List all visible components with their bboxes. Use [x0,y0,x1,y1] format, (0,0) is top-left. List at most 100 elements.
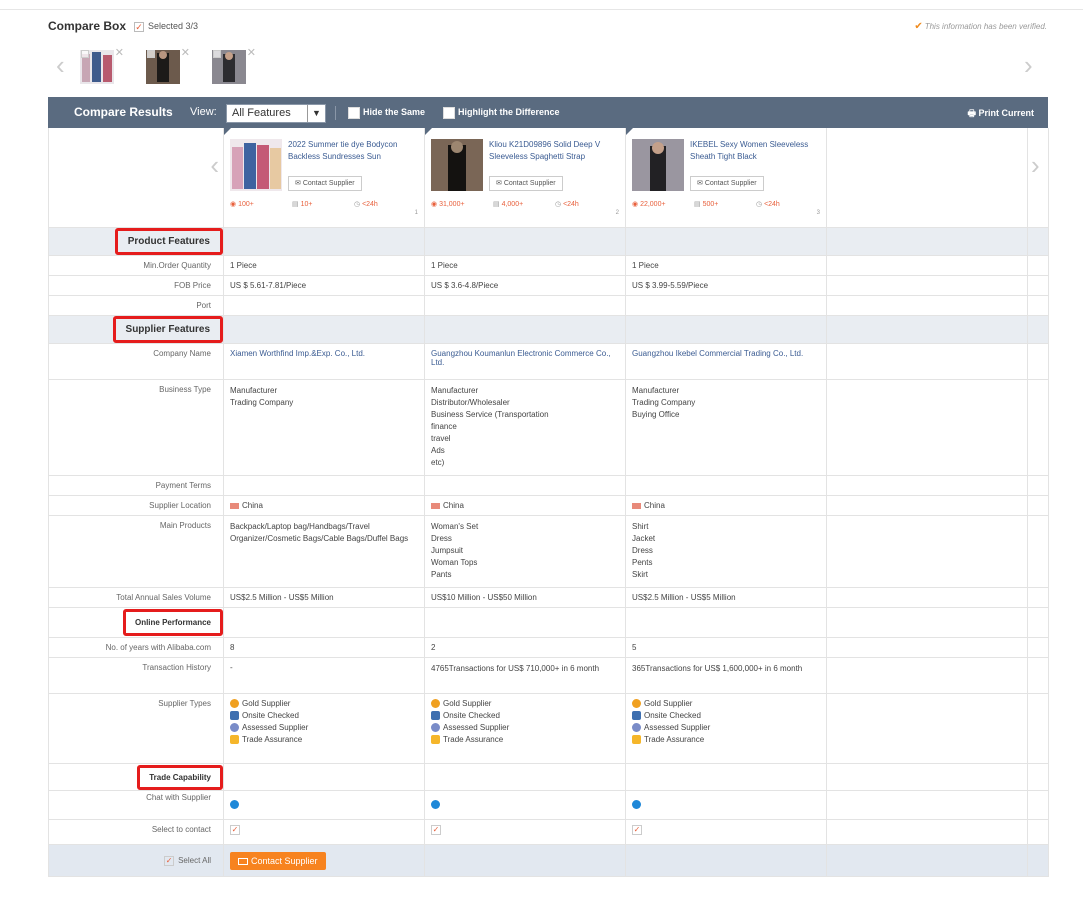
product-image[interactable] [431,139,483,191]
cell-value: US $ 3.6-4.8/Piece [424,275,626,296]
compare-thumb-2[interactable]: ✕ [146,47,190,84]
table-row: Chat with Supplier [48,790,1049,820]
compare-thumb-3[interactable]: ✕ [212,47,256,84]
cell-value: US$2.5 Million - US$5 Million [223,587,425,608]
product-header-row: ‹ 2022 Summer tie dye Bodycon Backless S… [48,128,1049,228]
selected-count: Selected 3/3 [148,21,199,31]
close-icon[interactable]: ✕ [181,46,190,59]
row-label: Company Name [48,343,224,380]
product-image[interactable] [632,139,684,191]
select-checkbox[interactable]: ✓ [230,825,240,835]
corner-marker [626,128,633,135]
row-label: Select to contact [48,819,224,845]
section-row: Trade Capability [48,763,1049,791]
table-row: Total Annual Sales Volume US$2.5 Million… [48,587,1049,608]
chevron-right-icon[interactable]: › [1024,52,1033,78]
cell-value: 8 [223,637,425,658]
chevron-left-icon[interactable]: ‹ [210,150,219,181]
chat-icon[interactable] [632,800,641,809]
cell-value: China [625,495,827,516]
select-checkbox[interactable]: ✓ [632,825,642,835]
corner-marker [425,128,432,135]
trade-assurance-icon [230,735,239,744]
contact-supplier-submit-button[interactable]: Contact Supplier [230,851,326,870]
gold-supplier-icon [431,699,440,708]
assessed-supplier-icon [431,723,440,732]
thumb-checkbox[interactable] [147,50,155,58]
contact-supplier-button[interactable]: ✉ Contact Supplier [288,176,362,191]
highlight-difference-checkbox[interactable] [443,107,455,119]
contact-supplier-button[interactable]: ✉ Contact Supplier [690,176,764,191]
reply-stat: ◷ <24h [354,201,378,208]
eye-icon: ◉ [230,201,237,208]
company-link[interactable]: Guangzhou Ikebel Commercial Trading Co.,… [625,343,827,380]
onsite-checked-icon [230,711,239,720]
contact-supplier-button[interactable]: ✉ Contact Supplier [489,176,563,191]
row-label: Chat with Supplier [48,790,224,820]
onsite-checked-icon [632,711,641,720]
supplier-types-cell: Gold Supplier Onsite Checked Assessed Su… [625,693,827,764]
assessed-supplier-icon [632,723,641,732]
results-toolbar: Compare Results View: All Features ▼ Hide… [48,97,1048,128]
mail-icon: ✉ [697,180,705,187]
cell-value: Shirt Jacket Dress Pents Skirt [625,515,827,588]
product-image[interactable] [230,139,282,191]
cell-value: Backpack/Laptop bag/Handbags/Travel Orga… [223,515,425,588]
chevron-left-icon[interactable]: ‹ [56,52,65,78]
row-label: No. of years with Alibaba.com [48,637,224,658]
product-title-link[interactable]: 2022 Summer tie dye Bodycon Backless Sun… [288,139,420,163]
cell-value: China [424,495,626,516]
section-title-product: Product Features [114,228,223,255]
close-icon[interactable]: ✕ [115,46,124,59]
product-title-link[interactable]: Kliou K21D09896 Solid Deep V Sleeveless … [489,139,621,163]
eye-icon: ◉ [632,201,639,208]
verified-notice: ✔ This information has been verified. [914,21,1047,32]
top-divider [0,9,1083,10]
table-row: Supplier Types Gold Supplier Onsite Chec… [48,693,1049,764]
box-icon: ▤ [493,201,500,208]
company-link[interactable]: Xiamen Worthfind Imp.&Exp. Co., Ltd. [223,343,425,380]
table-row: No. of years with Alibaba.com 8 2 5 [48,637,1049,658]
compare-thumb-1[interactable]: ✕ [80,47,124,84]
reply-stat: ◷ <24h [555,201,579,208]
thumb-checkbox[interactable] [213,50,221,58]
cell-value: 4765Transactions for US$ 710,000+ in 6 m… [424,657,626,694]
company-link[interactable]: Guangzhou Koumanlun Electronic Commerce … [424,343,626,380]
orders-stat: ▤ 500+ [694,201,719,208]
compare-results-panel: Compare Results View: All Features ▼ Hide… [48,97,1049,877]
section-row: Online Performance [48,607,1049,638]
clock-icon: ◷ [756,201,763,208]
mail-icon: ✉ [496,180,504,187]
chevron-right-icon[interactable]: › [1031,150,1040,181]
gold-supplier-icon [230,699,239,708]
section-row: Supplier Features [48,315,1049,344]
hide-same-checkbox[interactable] [348,107,360,119]
chat-icon[interactable] [431,800,440,809]
close-icon[interactable]: ✕ [247,46,256,59]
thumb-checkbox[interactable] [81,50,89,58]
views-stat: ◉ 31,000+ [431,201,465,208]
table-row: Transaction History - 4765Transactions f… [48,657,1049,694]
orders-stat: ▤ 10+ [292,201,313,208]
product-index: 3 [816,210,820,216]
china-flag-icon [632,502,641,509]
compare-box-title: Compare Box [48,19,127,33]
view-select[interactable]: All Features ▼ [226,104,326,123]
row-label: Business Type [48,379,224,476]
select-all-checkbox[interactable]: ✓ [164,855,175,866]
cell-value: Manufacturer Distributor/Wholesaler Busine… [424,379,626,476]
supplier-types-cell: Gold Supplier Onsite Checked Assessed Su… [424,693,626,764]
cell-value: - [223,657,425,694]
section-title-online: Online Performance [122,609,223,636]
cell-value: China [223,495,425,516]
cell-value: Manufacturer Trading Company [223,379,425,476]
selected-checkbox[interactable]: ✓ [134,22,144,32]
gold-supplier-icon [632,699,641,708]
select-checkbox[interactable]: ✓ [431,825,441,835]
product-title-link[interactable]: IKEBEL Sexy Women Sleeveless Sheath Tigh… [690,139,822,163]
print-current-button[interactable]: 🖶 Print Current [967,106,1034,122]
highlight-difference-label: Highlight the Difference [458,107,560,117]
box-icon: ▤ [694,201,701,208]
chat-icon[interactable] [230,800,239,809]
clock-icon: ◷ [555,201,562,208]
